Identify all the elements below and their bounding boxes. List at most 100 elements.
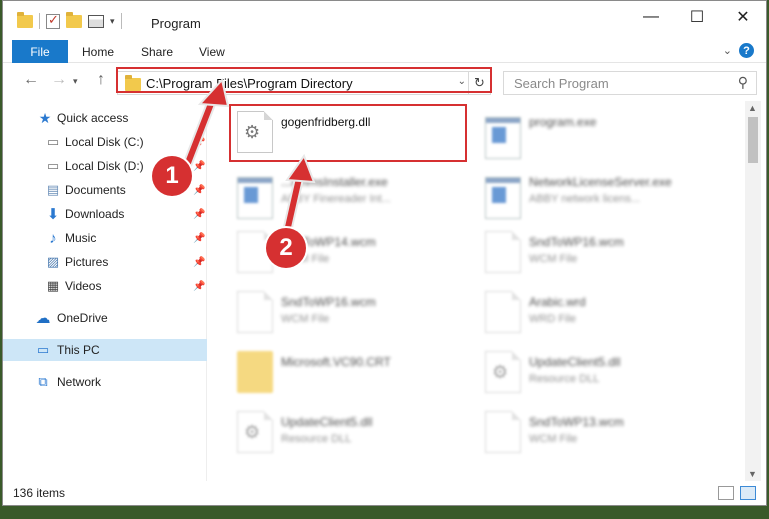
exe-file-icon — [485, 117, 521, 159]
sidebar-item-label: Documents — [65, 183, 126, 197]
help-icon[interactable]: ? — [739, 43, 754, 58]
sidebar-item-label: Quick access — [57, 111, 129, 125]
pictures-icon: ▨ — [46, 254, 60, 269]
file-highlight — [229, 104, 467, 162]
vertical-scrollbar[interactable]: ▲ ▼ — [745, 101, 761, 481]
scroll-down-icon[interactable]: ▼ — [748, 469, 757, 479]
tab-share[interactable]: Share — [141, 45, 173, 59]
sidebar-item-label: Music — [65, 231, 97, 245]
pin-icon[interactable]: 📌 — [193, 281, 205, 292]
close-button[interactable]: ✕ — [720, 1, 766, 33]
window-title: Program — [151, 16, 201, 31]
properties-check-icon[interactable] — [46, 12, 60, 29]
downloads-icon: ⬇ — [46, 206, 60, 223]
star-icon: ★ — [38, 109, 52, 126]
search-input[interactable]: Search Program — [514, 76, 609, 91]
divider — [120, 13, 122, 29]
file-item[interactable]: Arabic.wrd WRD File — [481, 285, 721, 341]
scrollbar-thumb[interactable] — [748, 117, 758, 163]
file-item[interactable]: NetworkLicenseServer.exe ABBY network li… — [481, 165, 721, 221]
quick-access-toolbar: ▾ — [17, 11, 122, 29]
document-file-icon — [485, 411, 521, 453]
file-item[interactable]: UpdateClient5.dll Resource DLL — [233, 405, 473, 461]
file-item[interactable]: UpdateClient5.dll Resource DLL — [481, 345, 721, 401]
properties-icon[interactable] — [88, 14, 104, 28]
document-file-icon — [485, 231, 521, 273]
file-item[interactable]: SndToWP13.wcm WCM File — [481, 405, 721, 461]
sidebar-item-quick-access[interactable]: ★ Quick access — [3, 107, 207, 129]
exe-file-icon — [485, 177, 521, 219]
file-name: Arabic.wrd — [529, 295, 586, 309]
recent-locations-chevron-icon[interactable]: ▾ — [73, 76, 78, 87]
file-item[interactable]: SndToWP16.wcm WCM File — [481, 225, 721, 281]
address-bar-highlight — [116, 67, 492, 93]
computer-icon: ▭ — [36, 342, 50, 357]
minimize-button[interactable]: — — [628, 1, 674, 33]
maximize-button[interactable]: ☐ — [674, 1, 720, 33]
dll-file-icon — [485, 351, 521, 393]
pin-icon[interactable]: 📌 — [193, 137, 205, 148]
file-item[interactable]: SndToWP16.wcm WCM File — [233, 285, 473, 341]
file-name: Microsoft.VC90.CRT — [281, 355, 391, 369]
divider — [39, 13, 40, 29]
forward-button[interactable]: → — [51, 71, 67, 89]
tab-view[interactable]: View — [199, 45, 225, 59]
search-icon[interactable]: ⚲ — [738, 74, 748, 91]
sidebar-item-network[interactable]: ⧉ Network — [3, 371, 207, 393]
details-view-icon[interactable] — [718, 486, 734, 500]
folder-icon — [17, 11, 33, 28]
sidebar-item-onedrive[interactable]: ☁ OneDrive — [3, 307, 207, 329]
sidebar-item-downloads[interactable]: ⬇ Downloads 📌 — [3, 203, 207, 225]
sidebar-item-local-disk-c[interactable]: ▭ Local Disk (C:) 📌 — [3, 131, 207, 153]
file-type: WCM File — [529, 253, 578, 265]
status-bar: 136 items — [3, 483, 766, 505]
sidebar-item-label: Network — [57, 375, 102, 389]
exe-file-icon — [237, 177, 273, 219]
sidebar-item-music[interactable]: ♪ Music 📌 — [3, 227, 207, 249]
pin-icon[interactable]: 📌 — [193, 161, 205, 172]
step-2-badge: 2 — [266, 228, 306, 268]
pin-icon[interactable]: 📌 — [193, 233, 205, 244]
pin-icon[interactable]: 📌 — [193, 185, 205, 196]
expand-ribbon-chevron-icon[interactable]: ⌄ — [723, 44, 732, 57]
file-item[interactable]: program.exe — [481, 105, 721, 161]
sidebar-item-label: Local Disk (C:) — [65, 135, 144, 149]
window-controls: — ☐ ✕ — [628, 1, 766, 33]
sidebar-item-videos[interactable]: ▦ Videos 📌 — [3, 275, 207, 297]
file-name: ...ammsInstaller.exe — [281, 175, 388, 189]
file-item[interactable]: Microsoft.VC90.CRT — [233, 345, 473, 401]
new-folder-icon[interactable] — [66, 11, 82, 28]
drive-icon: ▭ — [46, 158, 60, 173]
sidebar-item-label: Pictures — [65, 255, 109, 269]
back-button[interactable]: ← — [23, 71, 39, 89]
pin-icon[interactable]: 📌 — [193, 257, 205, 268]
music-icon: ♪ — [49, 229, 57, 247]
search-box[interactable]: Search Program ⚲ — [503, 71, 757, 95]
sidebar-item-label: OneDrive — [57, 311, 108, 325]
file-name: SndToWP13.wcm — [529, 415, 624, 429]
file-name: UpdateClient5.dll — [281, 415, 373, 429]
videos-icon: ▦ — [46, 278, 60, 293]
sidebar-item-this-pc[interactable]: ▭ This PC — [3, 339, 207, 361]
step-1-badge: 1 — [152, 156, 192, 196]
up-button[interactable]: ↑ — [97, 71, 105, 89]
folder-icon — [237, 351, 273, 393]
file-type: WRD File — [529, 313, 577, 325]
large-icons-view-icon[interactable] — [740, 486, 756, 500]
ribbon-tabs: File Home Share View ⌄ ? — [3, 39, 766, 63]
file-type: ABBY network licens... — [529, 193, 641, 205]
pin-icon[interactable]: 📌 — [193, 209, 205, 220]
document-file-icon — [485, 291, 521, 333]
tab-file[interactable]: File — [12, 40, 68, 63]
sidebar-item-label: Local Disk (D:) — [65, 159, 144, 173]
document-file-icon — [237, 291, 273, 333]
file-type: Resource DLL — [529, 373, 600, 385]
network-icon: ⧉ — [38, 374, 48, 389]
scroll-up-icon[interactable]: ▲ — [748, 103, 757, 113]
file-item[interactable]: ...ammsInstaller.exe ABBY Finereader Int… — [233, 165, 473, 221]
customize-toolbar-chevron-icon[interactable]: ▾ — [110, 16, 115, 27]
sidebar-item-label: Downloads — [65, 207, 125, 221]
sidebar-item-pictures[interactable]: ▨ Pictures 📌 — [3, 251, 207, 273]
file-name: UpdateClient5.dll — [529, 355, 621, 369]
tab-home[interactable]: Home — [82, 45, 114, 59]
